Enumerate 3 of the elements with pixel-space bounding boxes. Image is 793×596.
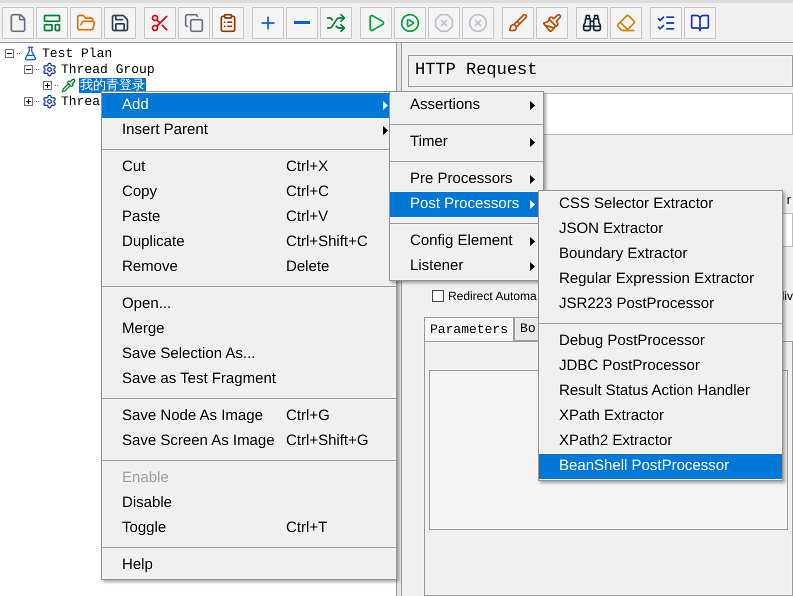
checkbox-label: Redirect Automa <box>448 288 537 305</box>
editor-title-bar: HTTP Request <box>408 55 793 87</box>
label-fragment: r <box>786 191 792 210</box>
